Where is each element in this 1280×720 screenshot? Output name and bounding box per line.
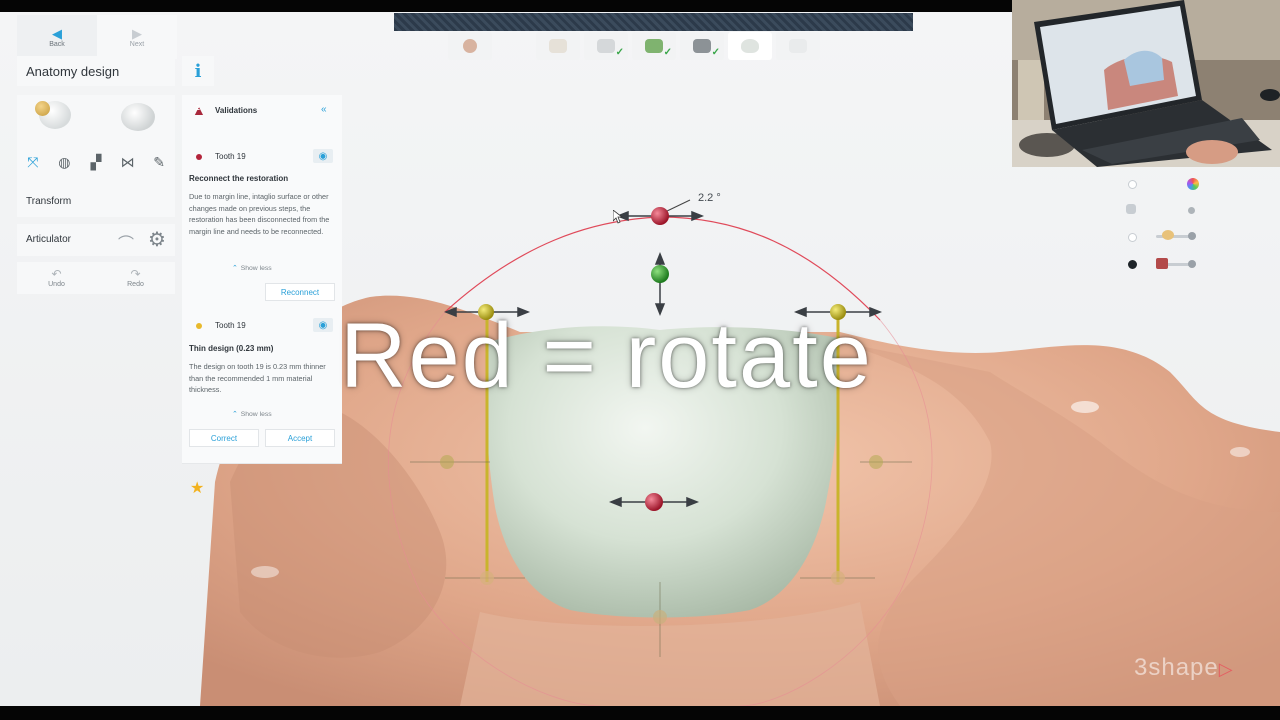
workflow-steps: ✓ ✓ ✓ [448,32,820,60]
next-label: Next [129,40,145,48]
info-button[interactable]: i [182,56,214,86]
morph-icon[interactable]: ◍ [54,153,74,171]
chevron-up-icon: ⌃ [232,411,238,418]
undo-icon: ↶ [51,267,62,281]
item-heading: Thin design (0.23 mm) [189,344,274,353]
eye-icon[interactable]: ◉ [313,318,333,332]
connector-icon[interactable]: ⋈ [118,153,138,171]
warning-dot-icon [196,323,202,329]
step-insertion[interactable]: ✓ [680,32,724,60]
chevron-up-icon: ⌃ [232,265,238,272]
show-less-link[interactable]: ⌃ Show less [232,410,272,418]
scan-visibility-icon[interactable] [1126,204,1136,214]
margin-tool-icon [597,39,615,53]
validations-header: ▲ 2 Validations « [182,95,342,125]
item-heading: Reconnect the restoration [189,174,289,183]
crown-icon [741,39,759,53]
item-tooth-name: Tooth 19 [215,321,246,330]
rotate-handle-top [651,207,669,225]
visibility-radio[interactable] [1128,233,1137,242]
brand-logo-text: 3shape [1134,654,1219,681]
visibility-radio[interactable] [1128,260,1137,269]
correct-button[interactable]: Correct [189,429,259,447]
brand-logo: 3shape▷ [1134,654,1234,682]
wax-knife-icon[interactable]: ▞ [86,153,106,171]
check-icon: ✓ [615,47,624,58]
step-die[interactable]: ✓ [632,32,676,60]
show-less-label: Show less [240,265,272,272]
transform-icon[interactable]: ⤧ [23,153,43,171]
finish-icon [789,39,807,53]
gear-icon[interactable]: ⚙ [148,227,166,252]
angle-readout: 2.2 ° [698,192,721,204]
articulator-icon[interactable]: ⌒ [118,230,134,254]
validation-count: 2 [196,105,200,112]
model-opacity-slider[interactable] [1156,258,1196,269]
show-less-link[interactable]: ⌃ Show less [232,264,272,272]
transform-label: Transform [26,196,72,207]
item-description: Due to margin line, intaglio surface or … [189,192,330,236]
transform-tools: ⤧ ◍ ▞ ⋈ ✎ [17,147,175,177]
item-tooth-name: Tooth 19 [215,152,246,161]
eye-icon[interactable]: ◉ [313,149,333,163]
step-patient[interactable] [448,32,492,60]
arrow-left-icon: ◀ [52,25,62,41]
die-icon [645,39,663,53]
page-title: Anatomy design [17,56,175,86]
step-anatomy-design[interactable] [728,32,772,60]
opacity-dot[interactable] [1188,207,1195,214]
visibility-row-1[interactable] [1128,180,1137,189]
check-icon: ✓ [711,47,720,58]
design-tools: ⤧ ◍ ▞ ⋈ ✎ Transform [17,95,175,217]
order-form-icon [549,39,567,53]
redo-label: Redo [127,281,144,288]
articulator-row: Articulator ⌒ ⚙ [17,224,175,256]
accept-button[interactable]: Accept [265,429,335,447]
rotate-handle-center [645,493,663,511]
error-dot-icon [196,154,202,160]
logo-flag-icon: ▷ [1218,659,1234,679]
redo-icon: ↷ [130,267,141,281]
item-description: The design on tooth 19 is 0.23 mm thinne… [189,362,326,394]
mouse-cursor [613,210,623,224]
crown-opacity-slider[interactable] [1156,230,1196,240]
reconnect-button[interactable]: Reconnect [265,283,335,301]
webcam-inset [1012,0,1280,167]
validations-title: Validations [215,106,258,115]
single-tooth-tool-icon[interactable] [35,101,71,129]
navigation-bar: ◀ Back ▶ Next [17,15,177,59]
step-finish[interactable] [776,32,820,60]
tutorial-caption: Red = rotate [340,305,873,407]
back-label: Back [49,40,65,48]
undo-label: Undo [48,281,65,288]
video-letterbox-bottom [0,706,1280,720]
redo-button[interactable]: ↷ Redo [96,262,175,294]
move-handle-vertical [651,265,669,283]
step-order[interactable] [536,32,580,60]
case-progress-strip [394,13,913,31]
smooth-icon[interactable]: ✎ [149,153,169,171]
arrow-right-icon: ▶ [132,25,142,41]
insertion-icon [693,39,711,53]
back-button[interactable]: ◀ Back [17,15,97,59]
show-less-label: Show less [240,411,272,418]
history-bar: ↶ Undo ↷ Redo [17,262,175,294]
step-margin[interactable]: ✓ [584,32,628,60]
next-button[interactable]: ▶ Next [97,15,177,59]
multi-tooth-tool-icon[interactable] [121,103,155,131]
visibility-row-3[interactable] [1128,233,1137,242]
visibility-row-4[interactable] [1128,260,1137,269]
undo-button[interactable]: ↶ Undo [17,262,96,294]
color-wheel-icon[interactable] [1187,178,1199,190]
visibility-radio[interactable] [1128,180,1137,189]
check-icon: ✓ [663,47,672,58]
articulator-label: Articulator [26,234,72,245]
star-icon[interactable]: ★ [190,478,204,498]
validations-panel: ▲ 2 Validations « Tooth 19 ◉ Reconnect t… [182,95,342,464]
patient-icon [463,39,477,53]
collapse-icon[interactable]: « [321,104,327,115]
